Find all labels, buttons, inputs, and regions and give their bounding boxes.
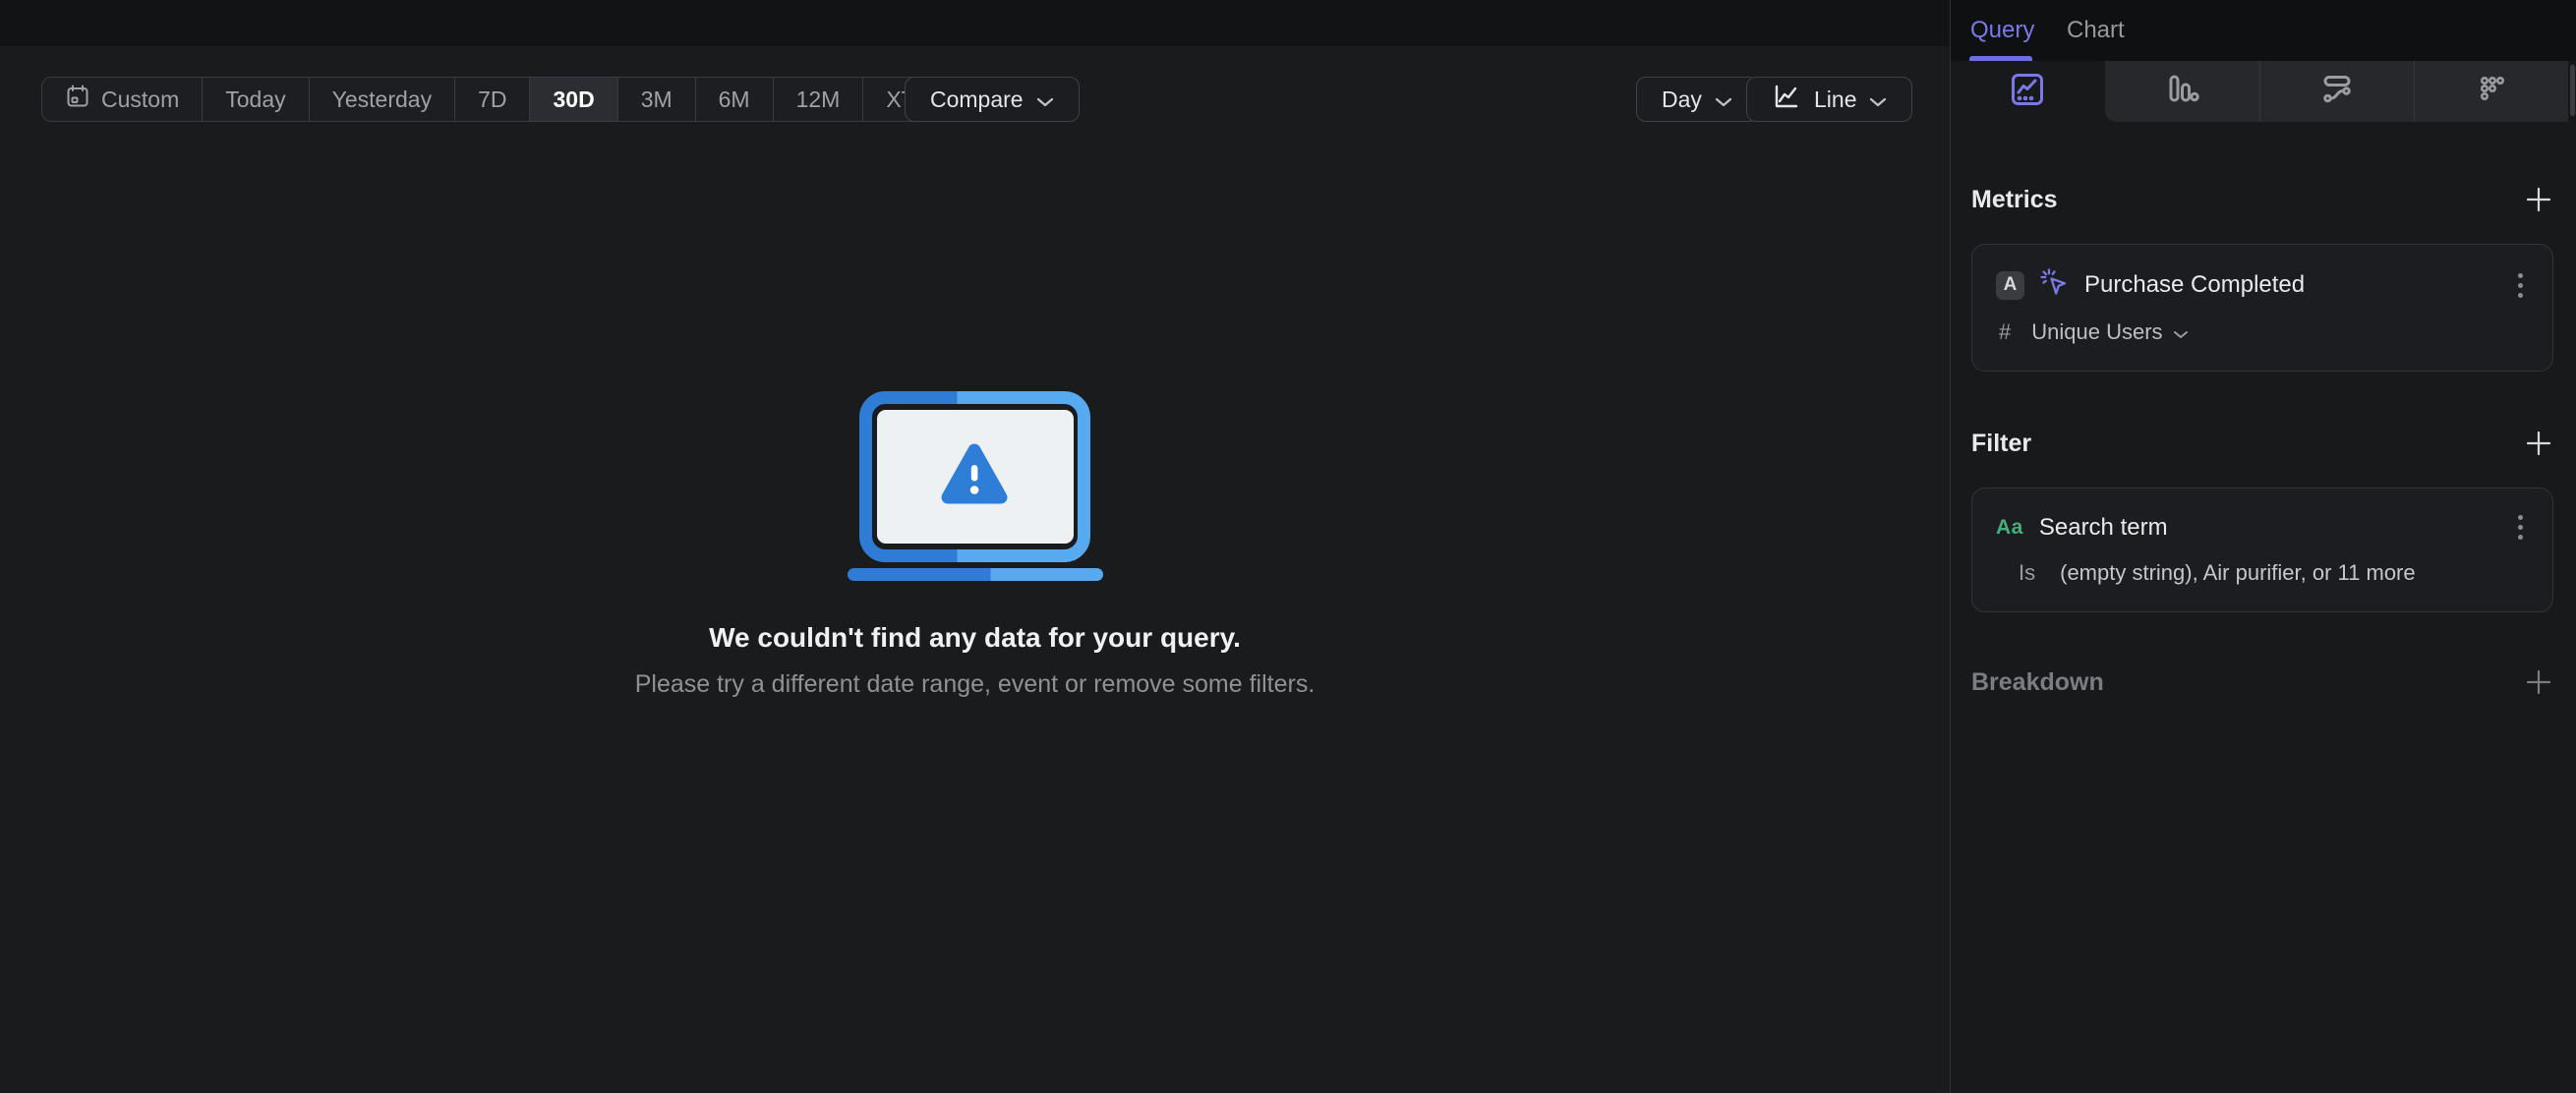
add-metric-button[interactable] <box>2524 185 2553 214</box>
top-strip <box>0 0 1950 46</box>
tab-flows[interactable] <box>2258 61 2415 122</box>
date-range-control: Custom Today Yesterday 7D 30D 3M 6M 12M … <box>41 77 984 122</box>
empty-state: We couldn't find any data for your query… <box>0 385 1950 699</box>
metrics-section-header: Metrics <box>1971 185 2553 214</box>
event-name[interactable]: Purchase Completed <box>2084 271 2305 299</box>
filter-row: Aa Search term <box>1996 511 2529 544</box>
chart-type-label: Line <box>1814 86 1857 112</box>
date-range-6m[interactable]: 6M <box>696 78 774 121</box>
compare-button[interactable]: Compare <box>905 77 1080 122</box>
granularity-button[interactable]: Day <box>1636 77 1758 122</box>
no-data-laptop-illustration <box>847 385 1104 587</box>
compare-label: Compare <box>930 86 1024 112</box>
tab-chart[interactable]: Chart <box>2067 0 2125 61</box>
breakdown-title: Breakdown <box>1971 667 2104 696</box>
line-chart-icon <box>1772 82 1801 117</box>
date-range-custom[interactable]: Custom <box>42 78 204 121</box>
filter-values[interactable]: (empty string), Air purifier, or 11 more <box>2060 560 2416 586</box>
funnel-bars-icon <box>2161 69 2202 115</box>
aggregation-row: # Unique Users <box>1996 319 2529 345</box>
cursor-click-event-icon <box>2039 267 2070 303</box>
empty-state-subtitle: Please try a different date range, event… <box>634 670 1316 698</box>
chevron-down-icon <box>1715 86 1732 113</box>
main-panel: Custom Today Yesterday 7D 30D 3M 6M 12M … <box>0 0 1950 1093</box>
date-range-12m[interactable]: 12M <box>774 78 864 121</box>
app-root: Custom Today Yesterday 7D 30D 3M 6M 12M … <box>0 0 2576 1093</box>
chevron-down-icon <box>1869 86 1887 113</box>
kebab-menu-icon[interactable] <box>2512 511 2529 544</box>
filter-condition-row: Is (empty string), Air purifier, or 11 m… <box>1996 560 2529 586</box>
date-range-yesterday[interactable]: Yesterday <box>310 78 456 121</box>
string-property-icon: Aa <box>1996 515 2023 539</box>
date-range-today[interactable]: Today <box>203 78 310 121</box>
breakdown-section-header: Breakdown <box>1971 667 2553 697</box>
add-filter-button[interactable] <box>2524 429 2553 458</box>
series-badge: A <box>1996 270 2024 300</box>
kebab-menu-icon[interactable] <box>2512 269 2529 302</box>
empty-state-title: We couldn't find any data for your query… <box>709 622 1241 653</box>
date-range-30d-selected[interactable]: 30D <box>530 78 618 121</box>
aggregation-dropdown[interactable]: Unique Users <box>2031 319 2162 345</box>
chart-type-button[interactable]: Line <box>1746 77 1913 122</box>
tab-insights[interactable] <box>1951 61 2105 122</box>
sidebar-header: Query Chart <box>1951 0 2576 61</box>
chevron-down-icon <box>1036 86 1054 113</box>
metrics-title: Metrics <box>1971 185 2058 213</box>
filter-operator[interactable]: Is <box>2019 560 2035 586</box>
tab-retention[interactable] <box>2414 61 2569 122</box>
flows-icon <box>2316 69 2358 115</box>
filter-property-name[interactable]: Search term <box>2039 514 2168 542</box>
metric-card[interactable]: A Purchase Completed # Unique Users <box>1971 244 2553 372</box>
chevron-down-icon <box>2173 319 2189 345</box>
date-range-label: Custom <box>101 86 180 112</box>
granularity-label: Day <box>1662 86 1702 112</box>
insights-chart-icon <box>2007 69 2048 115</box>
calendar-icon <box>65 84 90 115</box>
hash-symbol: # <box>1999 319 2012 344</box>
report-type-tabs <box>1951 61 2569 122</box>
filter-title: Filter <box>1971 429 2032 457</box>
tab-funnels[interactable] <box>2104 61 2259 122</box>
sidebar-content: Metrics A Purchase Completed # Unique Us… <box>1951 122 2576 697</box>
tab-query[interactable]: Query <box>1970 0 2034 61</box>
retention-dots-icon <box>2472 69 2513 115</box>
date-range-3m[interactable]: 3M <box>618 78 696 121</box>
query-builder-sidebar: Query Chart Metrics A Purchase Completed… <box>1950 0 2576 1093</box>
filter-card[interactable]: Aa Search term Is (empty string), Air pu… <box>1971 488 2553 612</box>
date-range-7d[interactable]: 7D <box>455 78 531 121</box>
add-breakdown-button[interactable] <box>2524 667 2553 697</box>
metric-row: A Purchase Completed <box>1996 267 2529 303</box>
scrollbar-thumb[interactable] <box>2570 65 2575 116</box>
filter-section-header: Filter <box>1971 429 2553 458</box>
